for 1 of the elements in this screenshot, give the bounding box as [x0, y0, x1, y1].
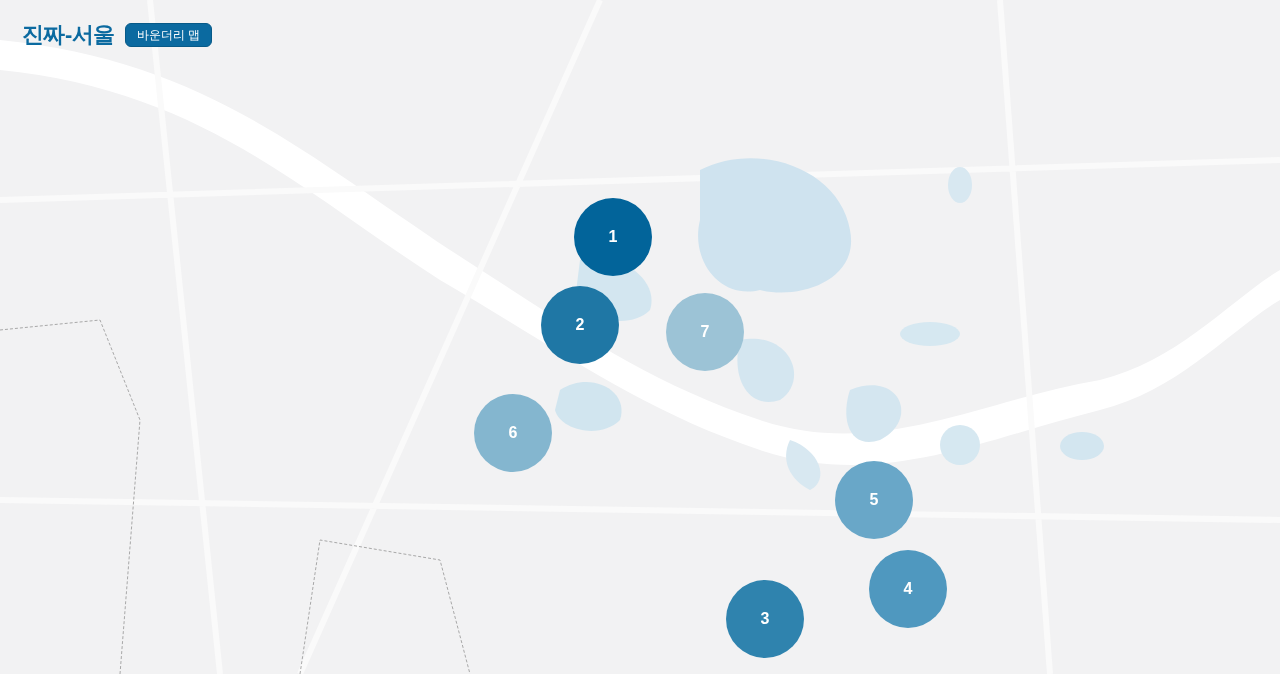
app-title: 진짜-서울 — [22, 21, 115, 49]
